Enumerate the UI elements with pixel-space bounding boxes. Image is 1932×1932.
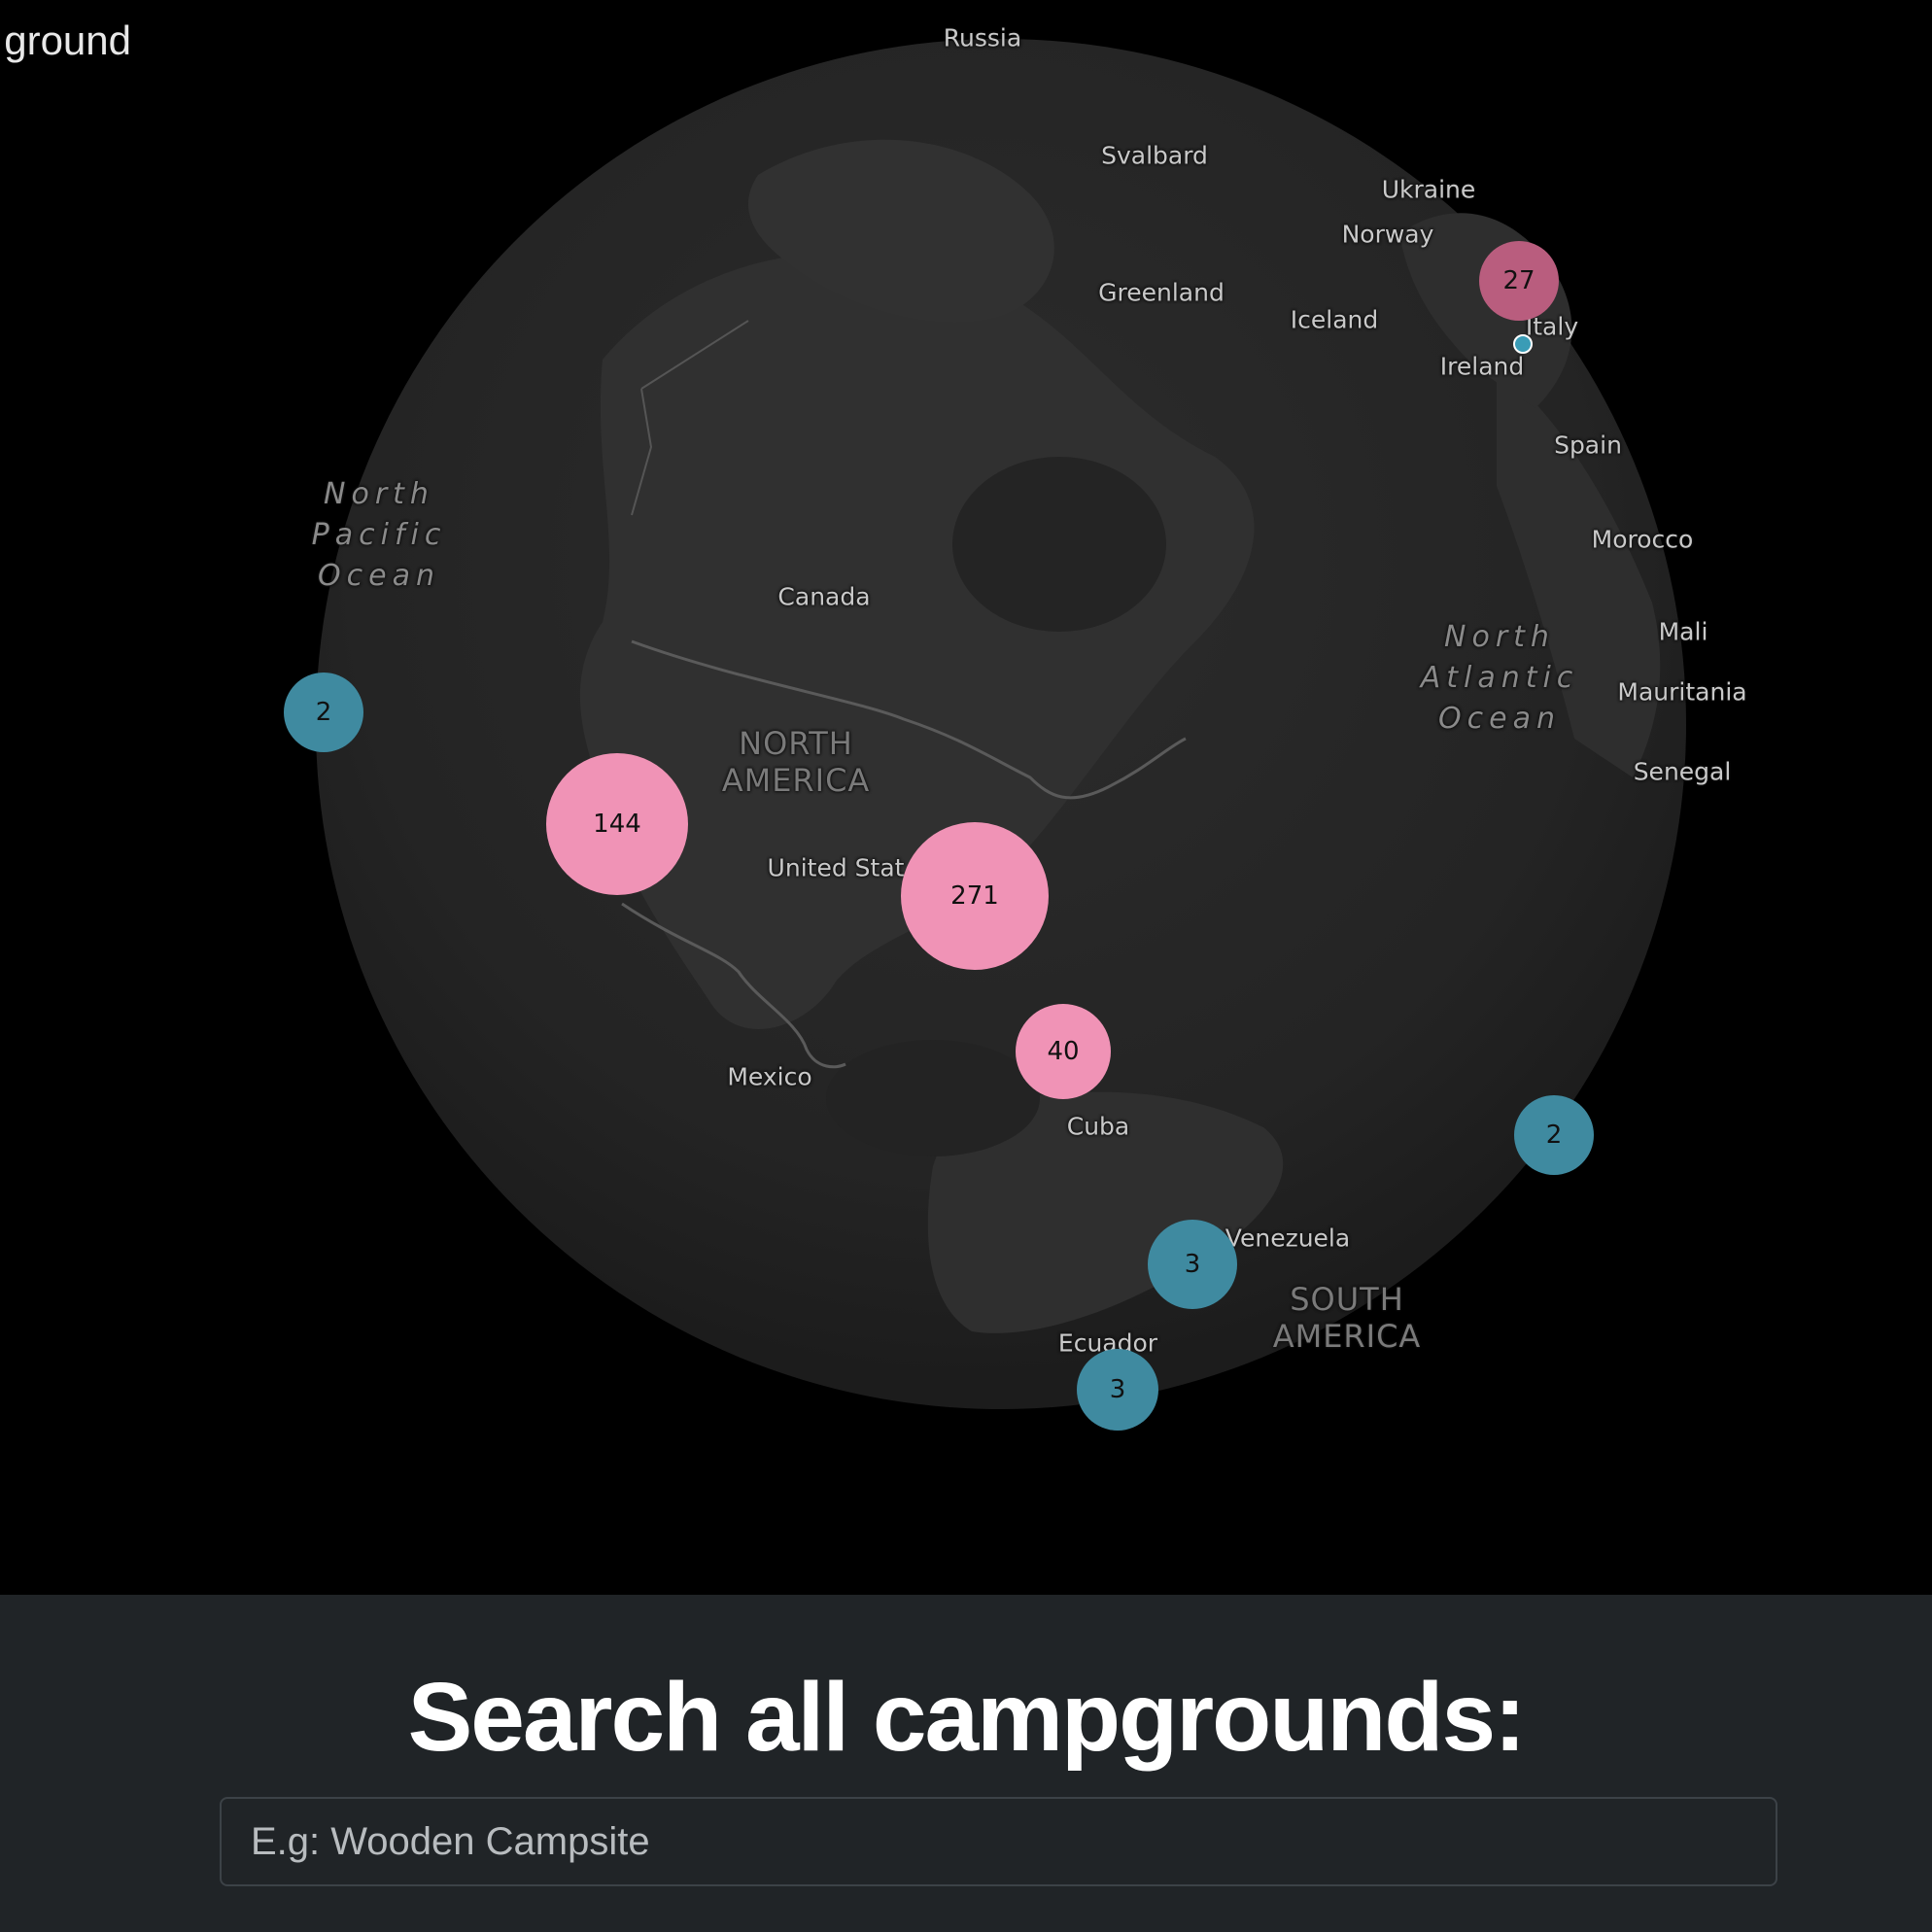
gulf-of-mexico <box>826 1040 1040 1156</box>
label-mali: Mali <box>1658 617 1708 646</box>
label-north-atlantic-ocean: North Atlantic Ocean <box>1421 617 1579 740</box>
continent-label-line: SOUTH <box>1290 1281 1404 1318</box>
label-south-america: SOUTH AMERICA <box>1273 1281 1422 1355</box>
cluster-marker-atlantic[interactable]: 2 <box>1514 1095 1594 1175</box>
label-ukraine: Ukraine <box>1381 175 1476 204</box>
continent-label-line: AMERICA <box>1272 1318 1422 1355</box>
cluster-marker-venezuela[interactable]: 3 <box>1148 1220 1237 1309</box>
cluster-marker-pacific[interactable]: 2 <box>284 673 363 752</box>
cluster-marker-europe[interactable]: 27 <box>1479 241 1559 321</box>
ocean-label-line: Ocean <box>1438 702 1561 736</box>
continent-label-line: NORTH <box>739 725 853 762</box>
label-senegal: Senegal <box>1633 757 1732 786</box>
label-mexico: Mexico <box>727 1062 812 1091</box>
cluster-map[interactable]: ground Russia Svalbard Ukraine Norway Gr… <box>0 0 1932 1595</box>
label-canada: Canada <box>777 582 871 611</box>
label-mauritania: Mauritania <box>1617 677 1747 707</box>
app-brand[interactable]: ground <box>0 17 131 64</box>
label-norway: Norway <box>1341 220 1434 249</box>
label-morocco: Morocco <box>1591 525 1694 554</box>
campground-marker[interactable] <box>1513 334 1533 354</box>
label-north-pacific-ocean: North Pacific Ocean <box>312 474 447 597</box>
globe-graphic <box>316 39 1686 1409</box>
label-greenland: Greenland <box>1098 278 1225 307</box>
label-cuba: Cuba <box>1066 1112 1130 1141</box>
ocean-label-line: North <box>1444 620 1555 654</box>
label-united-states: United Stat <box>767 853 905 882</box>
label-north-america: NORTH AMERICA <box>722 725 871 799</box>
ocean-label-line: North <box>324 477 434 511</box>
label-iceland: Iceland <box>1290 305 1379 334</box>
search-heading: Search all campgrounds: <box>407 1663 1527 1772</box>
cluster-marker-west-us[interactable]: 144 <box>546 753 688 895</box>
ocean-label-line: Ocean <box>318 559 440 593</box>
label-venezuela: Venezuela <box>1225 1224 1351 1253</box>
hudson-bay <box>952 457 1166 632</box>
label-ireland: Ireland <box>1439 352 1525 381</box>
cluster-marker-florida[interactable]: 40 <box>1016 1004 1111 1099</box>
cluster-marker-central-us[interactable]: 271 <box>901 822 1049 970</box>
ocean-label-line: Atlantic <box>1420 661 1579 695</box>
search-input[interactable] <box>220 1797 1777 1886</box>
continent-label-line: AMERICA <box>721 762 871 799</box>
label-russia: Russia <box>943 23 1022 52</box>
label-spain: Spain <box>1554 431 1622 460</box>
ocean-label-line: Pacific <box>311 518 447 552</box>
label-svalbard: Svalbard <box>1101 141 1208 170</box>
cluster-marker-ecuador[interactable]: 3 <box>1077 1349 1158 1431</box>
